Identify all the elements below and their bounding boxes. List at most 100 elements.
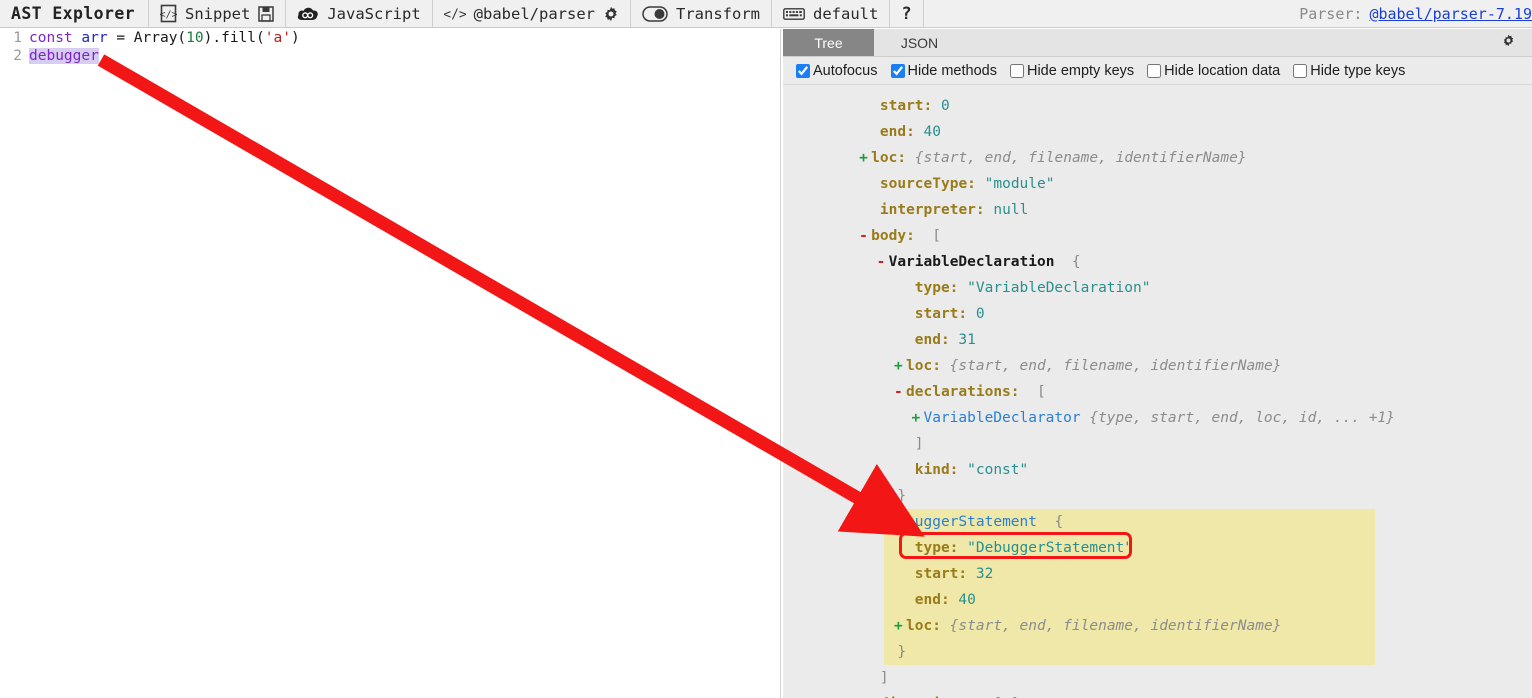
keymap-group[interactable]: default (772, 0, 891, 27)
collapse-toggle[interactable]: - (859, 223, 871, 249)
expand-toggle[interactable]: + (911, 405, 923, 431)
open-brace: { (1037, 514, 1064, 530)
expand-toggle[interactable]: + (894, 613, 906, 639)
checkbox[interactable] (890, 63, 905, 78)
ast-tree-row[interactable]: start: 0 (783, 93, 1532, 119)
closing-punct: ] (879, 670, 889, 686)
parser-version-link[interactable]: @babel/parser-7.19 (1369, 5, 1532, 23)
ast-tree-row[interactable]: end: 40 (783, 119, 1532, 145)
toggle-placeholder (868, 691, 880, 698)
property-value: 0 (967, 306, 985, 322)
ast-tree-row[interactable]: + loc: {start, end, filename, identifierN… (783, 613, 1532, 639)
panel-settings-corner[interactable] (1502, 29, 1532, 56)
gear-icon[interactable] (603, 6, 619, 22)
collapse-toggle[interactable]: - (894, 379, 906, 405)
property-value: 32 (967, 566, 994, 582)
checkbox[interactable] (1147, 63, 1162, 78)
toggle-off-icon[interactable] (642, 5, 668, 22)
toggle-placeholder (903, 275, 915, 301)
closing-punct: } (897, 488, 907, 504)
ast-tree-row[interactable]: directives: [ ] (783, 691, 1532, 698)
option-hide-empty-keys[interactable]: Hide empty keys (1009, 62, 1135, 79)
code-token: const (29, 30, 73, 46)
property-key: body: (871, 228, 915, 244)
help-icon[interactable]: ? (901, 4, 911, 24)
expand-toggle[interactable]: + (859, 145, 871, 171)
closing-punct: ] (914, 436, 924, 452)
snippet-group[interactable]: </> Snippet (149, 0, 287, 27)
node-preview: {type, start, end, loc, id, ... +1} (1080, 410, 1395, 426)
ast-tree-row[interactable]: start: 0 (783, 301, 1532, 327)
ast-node-name[interactable]: VariableDeclaration (889, 254, 1055, 270)
ast-tree-row[interactable]: } (783, 639, 1532, 665)
ast-node-link[interactable]: DebuggerStatement (889, 514, 1037, 530)
checkbox[interactable] (796, 63, 810, 78)
ast-tree-row[interactable]: } (783, 483, 1532, 509)
code-token: ) (290, 30, 300, 46)
code-line: 1 const arr = Array(10).fill('a') (0, 29, 780, 47)
toggle-placeholder (868, 93, 880, 119)
parser-group[interactable]: </> @babel/parser (433, 0, 631, 27)
property-key: start: (914, 306, 968, 322)
code-token: ).fill( (203, 30, 265, 46)
option-autofocus[interactable]: Autofocus (796, 63, 878, 79)
ast-tree-row[interactable]: + loc: {start, end, filename, identifierN… (783, 145, 1532, 171)
ast-tree-row[interactable]: kind: "const" (783, 457, 1532, 483)
property-key: loc: (906, 358, 941, 374)
property-key: loc: (906, 618, 941, 634)
babel-cloud-icon (297, 5, 319, 22)
ast-tree-row[interactable]: - VariableDeclaration { (783, 249, 1532, 275)
open-bracket: [ (1019, 384, 1046, 400)
code-token: debugger (29, 48, 99, 64)
option-hide-location-data[interactable]: Hide location data (1147, 63, 1280, 79)
tab-tree[interactable]: Tree (783, 29, 874, 56)
ast-tree-row[interactable]: ] (783, 665, 1532, 691)
option-label: Hide empty keys (1026, 62, 1135, 79)
ast-tree-row[interactable]: - body: [ (783, 223, 1532, 249)
ast-tree-row[interactable]: interpreter: null (783, 197, 1532, 223)
ast-tree-row[interactable]: start: 32 (783, 561, 1532, 587)
property-key: end: (914, 332, 950, 348)
app-brand: AST Explorer (0, 0, 150, 27)
toggle-placeholder (903, 301, 915, 327)
property-key: loc: (871, 150, 907, 166)
keymap-label: default (813, 4, 879, 23)
property-preview: {start, end, filename, identifierName} (940, 358, 1282, 374)
code-token: = Array( (107, 30, 187, 46)
ast-tree-row[interactable]: type: "VariableDeclaration" (783, 275, 1532, 301)
editor-line-list: 1 const arr = Array(10).fill('a') 2 debugge… (0, 29, 780, 65)
code-editor[interactable]: 1 const arr = Array(10).fill('a') 2 debugge… (0, 29, 781, 698)
ast-tree[interactable]: start: 0 end: 40 + loc: {start, end, filen… (783, 85, 1532, 698)
ast-tree-row[interactable]: - declarations: [ (783, 379, 1532, 405)
transform-label: Transform (676, 4, 760, 23)
collapse-toggle[interactable]: - (877, 249, 889, 275)
expand-toggle[interactable]: + (894, 353, 906, 379)
gear-icon[interactable] (1502, 34, 1515, 52)
ast-tree-row[interactable]: + loc: {start, end, filename, identifierN… (783, 353, 1532, 379)
language-group[interactable]: JavaScript (286, 0, 433, 27)
ast-tree-row[interactable]: DebuggerStatement { (783, 509, 1532, 535)
toggle-placeholder (903, 561, 915, 587)
ast-tree-row[interactable]: ] (783, 431, 1532, 457)
ast-tree-row[interactable]: + VariableDeclarator {type, start, end, l… (783, 405, 1532, 431)
tab-json[interactable]: JSON (874, 29, 965, 56)
transform-group[interactable]: Transform (631, 0, 772, 27)
checkbox[interactable] (1293, 63, 1308, 78)
help-group[interactable]: ? (890, 0, 924, 27)
ast-node-link[interactable]: VariableDeclarator (923, 410, 1080, 426)
ast-tree-row[interactable]: sourceType: "module" (783, 171, 1532, 197)
property-key: start: (879, 98, 933, 114)
toggle-placeholder (903, 535, 915, 561)
ast-tree-row[interactable]: type: "DebuggerStatement" (783, 535, 1532, 561)
checkbox[interactable] (1009, 63, 1024, 78)
property-key: interpreter: (879, 202, 985, 218)
ast-tree-row[interactable]: end: 40 (783, 587, 1532, 613)
file-code-icon: </> (160, 4, 177, 23)
floppy-save-icon[interactable] (258, 5, 275, 22)
line-number: 1 (13, 30, 22, 46)
property-key: type: (914, 280, 959, 296)
option-hide-type-keys[interactable]: Hide type keys (1293, 63, 1405, 79)
ast-tab-bar: Tree JSON (783, 29, 1532, 57)
option-hide-methods[interactable]: Hide methods (890, 63, 997, 79)
ast-tree-row[interactable]: end: 31 (783, 327, 1532, 353)
